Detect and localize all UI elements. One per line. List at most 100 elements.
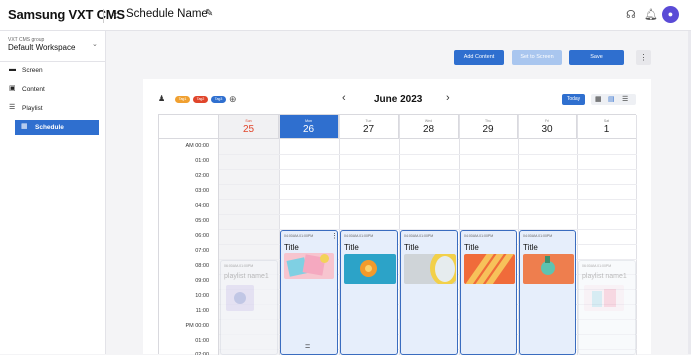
schedule-event-faded[interactable]: 06:00AM-01:00PM playlist name1 (220, 260, 278, 355)
schedule-event-faded[interactable]: 06:00AM-01:00PM playlist name1 (578, 260, 636, 355)
day-header-tue[interactable]: Tue 27 (339, 115, 399, 139)
bell-icon[interactable]: 🔔︎ (644, 8, 658, 21)
hour-line (219, 184, 637, 185)
time-label: 01:00 (159, 154, 219, 169)
calendar-panel: ♟ Tag1 Tag2 Tag3 ⊕ ‹ June 2023 › Today ▦… (143, 79, 651, 355)
divider (0, 61, 106, 62)
divider (103, 9, 104, 23)
view-switcher: ▦ ▤ ☰ (591, 94, 636, 105)
event-more-icon[interactable]: ⋮ (331, 232, 338, 240)
time-label: 05:00 (159, 214, 219, 229)
time-label: 02:00 (159, 349, 219, 355)
time-label: 04:00 (159, 199, 219, 214)
month-view-icon[interactable]: ▦ (595, 95, 602, 103)
day-date: 29 (482, 124, 494, 135)
drag-handle[interactable]: = (305, 341, 310, 351)
sidebar-item-label: Schedule (35, 124, 64, 131)
day-header-sun[interactable]: Sun 25 (219, 115, 279, 139)
sidebar-item-content[interactable]: ▣ Content (0, 82, 106, 97)
time-label: AM 00:00 (159, 139, 219, 154)
event-title: playlist name1 (224, 273, 269, 280)
more-options-button[interactable]: ⋮ (636, 50, 651, 65)
hour-line (219, 199, 637, 200)
screen-icon: ▬ (9, 66, 16, 73)
event-time: 06:00AM-01:00PM (224, 264, 254, 268)
day-header-sat[interactable]: Sat 1 (577, 115, 637, 139)
add-content-button[interactable]: Add Content (454, 50, 504, 65)
content-thumbnail (523, 254, 574, 284)
time-label: 01:00 (159, 334, 219, 349)
time-label: 07:00 (159, 244, 219, 259)
day-date: 1 (603, 124, 610, 135)
tag-chip[interactable]: Tag2 (193, 96, 208, 103)
sidebar-item-label: Playlist (22, 105, 43, 112)
sidebar-item-label: Content (22, 86, 45, 93)
event-title: Title (464, 243, 479, 252)
content-icon: ▣ (9, 85, 16, 92)
day-header-wed[interactable]: Wed 28 (399, 115, 459, 139)
tag-chip[interactable]: Tag3 (211, 96, 226, 103)
day-date: 28 (422, 124, 435, 135)
save-button[interactable]: Save (569, 50, 624, 65)
time-header (159, 115, 219, 139)
day-date: 30 (541, 124, 553, 135)
event-title: Title (404, 243, 419, 252)
content-thumbnail (464, 254, 515, 284)
content-thumbnail (284, 253, 334, 279)
schedule-event[interactable]: 04:00AM-01:00PM Title (400, 230, 458, 355)
event-title: Title (523, 243, 538, 252)
schedule-name: Schedule Name (126, 8, 208, 20)
today-button[interactable]: Today (562, 94, 585, 105)
event-time: 04:00AM-01:00PM (344, 234, 374, 238)
week-grid: Sun 25 Mon 26 Tue 27 Wed 28 Thu 29 Fri 3… (158, 114, 637, 355)
schedule-event[interactable]: 04:00AM-01:00PM Title (340, 230, 398, 355)
content-thumbnail (584, 285, 624, 311)
time-label: 09:00 (159, 274, 219, 289)
chevron-down-icon[interactable]: ⌄ (92, 40, 98, 48)
content-thumbnail (226, 285, 254, 311)
day-date: 25 (242, 124, 255, 135)
event-time: 06:00AM-01:00PM (582, 264, 612, 268)
schedule-event[interactable]: 04:00AM-01:00PM ⋮ Title = (280, 230, 338, 355)
tag-chip[interactable]: Tag1 (175, 96, 190, 103)
avatar[interactable]: ● (662, 6, 679, 23)
time-label: 11:00 (159, 304, 219, 319)
add-tag-icon[interactable]: ⊕ (229, 94, 237, 105)
event-time: 04:00AM-01:00PM (284, 234, 314, 238)
day-header-thu[interactable]: Thu 29 (459, 115, 518, 139)
people-icon[interactable]: ♟ (158, 94, 165, 103)
set-to-screen-button[interactable]: Set to Screen (512, 50, 562, 65)
day-header-fri[interactable]: Fri 30 (518, 115, 577, 139)
sidebar: VXT CMS group Default Workspace ⌄ ▬ Scre… (0, 31, 106, 354)
sidebar-item-playlist[interactable]: ☰ Playlist (0, 101, 106, 116)
list-view-icon[interactable]: ☰ (622, 95, 628, 103)
event-time: 04:00AM-01:00PM (404, 234, 434, 238)
day-name: Wed (424, 119, 433, 123)
time-label: PM 00:00 (159, 319, 219, 334)
time-label: 06:00 (159, 229, 219, 244)
event-title: Title (284, 243, 299, 252)
event-title: playlist name1 (582, 273, 627, 280)
content-thumbnail (404, 254, 456, 284)
prev-month-button[interactable]: ‹ (342, 92, 346, 104)
schedule-event[interactable]: 04:00AM-01:00PM Title (519, 230, 576, 355)
event-title: Title (344, 243, 359, 252)
next-month-button[interactable]: › (446, 92, 450, 104)
schedule-event[interactable]: 04:00AM-01:00PM Title (460, 230, 517, 355)
workspace-name[interactable]: Default Workspace (8, 43, 75, 52)
pencil-icon[interactable]: ✎ (205, 8, 213, 19)
day-header-mon[interactable]: Mon 26 (279, 115, 339, 139)
day-name: Tue (365, 119, 372, 123)
sidebar-item-schedule[interactable]: ▦ Schedule (15, 120, 99, 135)
week-view-icon[interactable]: ▤ (608, 95, 615, 103)
app-brand: Samsung VXT CMS (8, 7, 125, 22)
top-bar: Samsung VXT CMS ‹ Schedule Name ✎ ☊ 🔔︎ ● (0, 0, 691, 31)
chevron-left-icon[interactable]: ‹ (113, 7, 117, 22)
calendar-header: ♟ Tag1 Tag2 Tag3 ⊕ ‹ June 2023 › Today ▦… (143, 79, 651, 115)
headset-icon[interactable]: ☊ (626, 8, 636, 21)
time-label: 03:00 (159, 184, 219, 199)
sidebar-item-screen[interactable]: ▬ Screen (0, 63, 106, 78)
day-date: 26 (302, 124, 315, 135)
hour-line (219, 214, 637, 215)
hour-line (219, 154, 637, 155)
